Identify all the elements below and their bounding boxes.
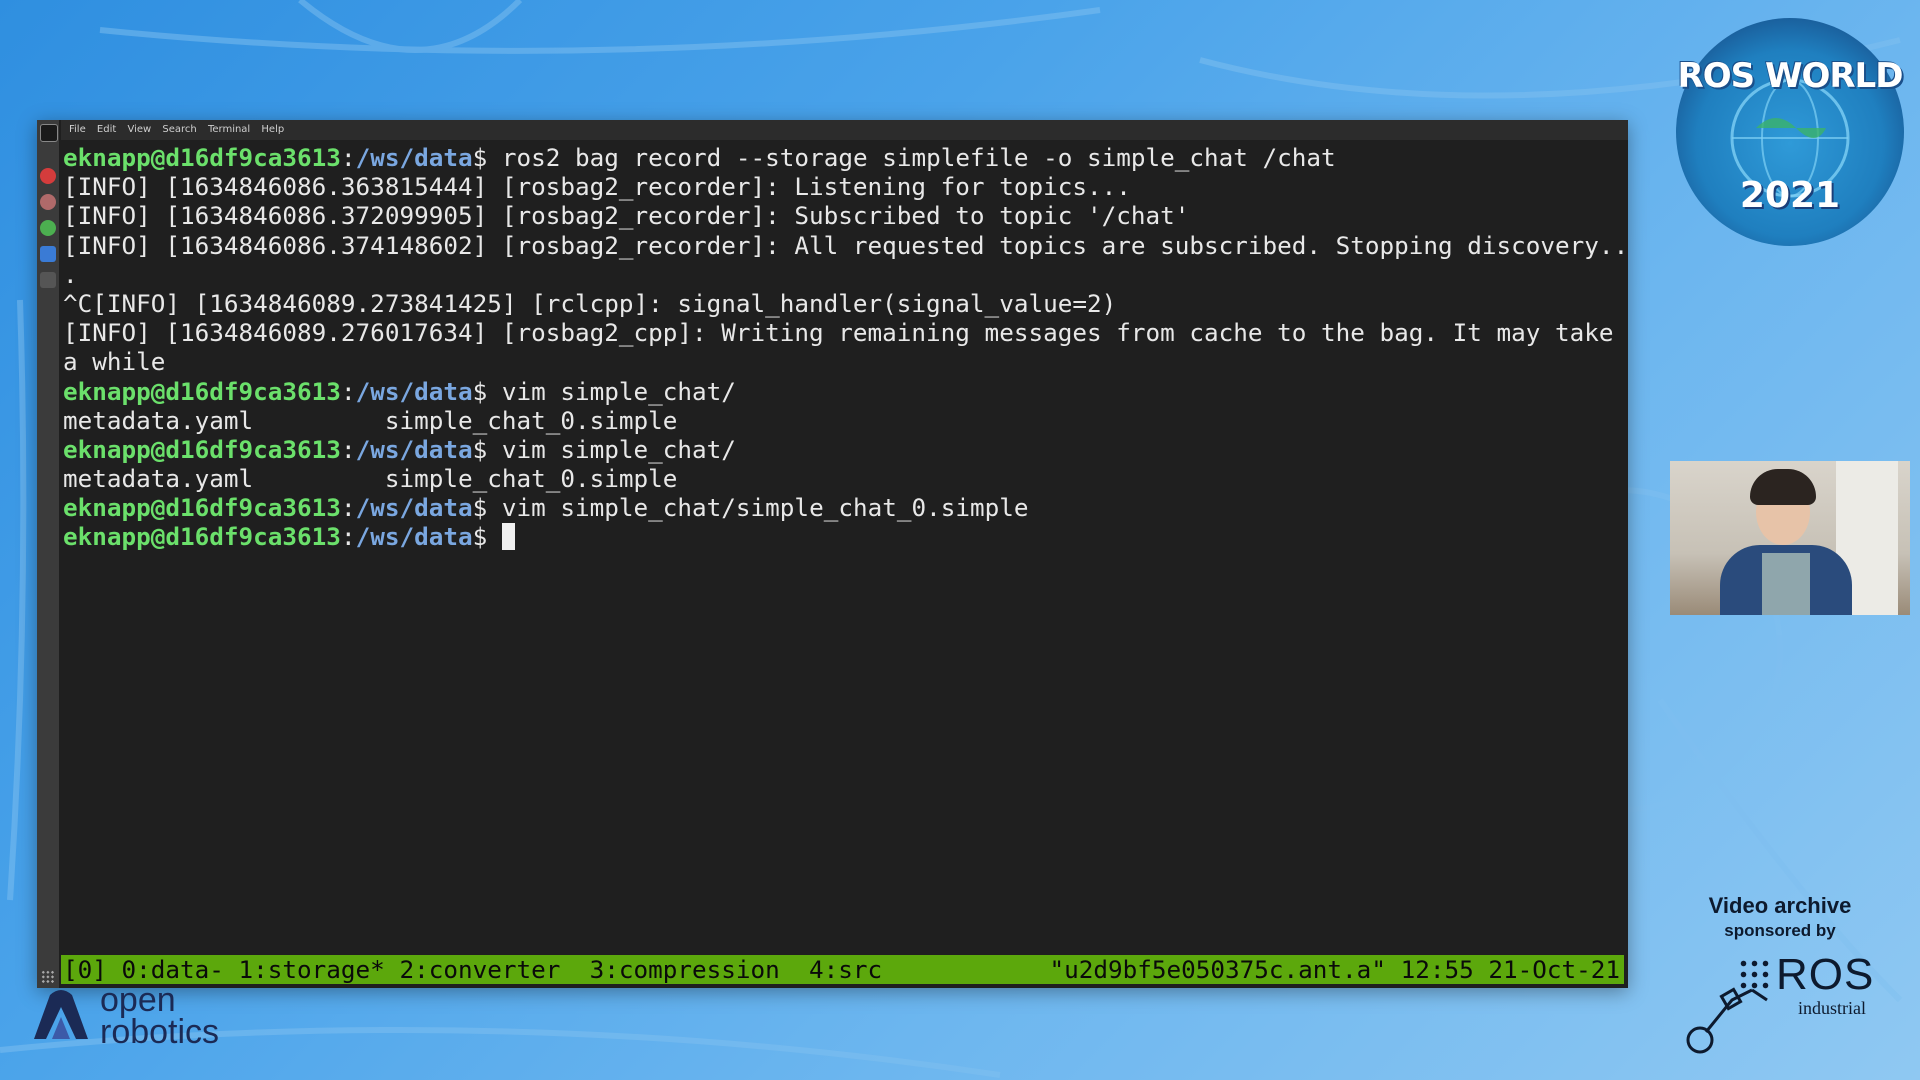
- prompt-symbol: $: [472, 376, 488, 406]
- terminal-line: [INFO] [1634846086.374148602] [rosbag2_r…: [63, 230, 1629, 260]
- ros-industrial-logo: ROS industrial: [1672, 950, 1892, 1060]
- prompt-sep: :: [340, 522, 356, 552]
- terminal-line: ^C[INFO] [1634846089.273841425] [rclcpp]…: [63, 288, 1117, 318]
- settings-app-icon[interactable]: [40, 194, 56, 210]
- prompt-sep: :: [340, 493, 356, 523]
- prompt-symbol: $: [472, 143, 488, 172]
- speaker-shirt: [1762, 553, 1810, 615]
- menu-search[interactable]: Search: [162, 124, 196, 135]
- prompt-path: /ws/data: [355, 376, 473, 406]
- red-app-icon[interactable]: [40, 168, 56, 184]
- rviz-app-icon[interactable]: [40, 272, 56, 288]
- speaker-hair: [1750, 469, 1816, 505]
- menu-edit[interactable]: Edit: [97, 124, 116, 135]
- green-app-icon[interactable]: [40, 220, 56, 236]
- terminal-window[interactable]: File Edit View Search Terminal Help ekna…: [37, 120, 1628, 988]
- prompt-sep: :: [340, 376, 356, 406]
- prompt-sep: :: [340, 143, 356, 172]
- ros-world-logo: ROS WORLD 2021: [1676, 18, 1904, 246]
- prompt-symbol: $: [472, 493, 488, 523]
- terminal-app-icon[interactable]: [40, 124, 58, 142]
- open-robotics-logo: open robotics: [30, 981, 250, 1055]
- sponsored-by-label: sponsored by: [1724, 921, 1836, 940]
- prompt-user: eknapp@d16df9ca3613: [63, 143, 341, 172]
- terminal-line: eknapp@d16df9ca3613:/ws/data$ vim simple…: [63, 435, 1628, 464]
- command: [487, 522, 502, 551]
- command: ros2 bag record --storage simplefile -o …: [487, 143, 1336, 172]
- logo-year: 2021: [1739, 175, 1841, 216]
- terminal-line: [INFO] [1634846086.372099905] [rosbag2_r…: [63, 201, 1190, 231]
- terminal-line: eknapp@d16df9ca3613:/ws/data$ ros2 bag r…: [63, 143, 1628, 172]
- show-apps-icon[interactable]: [41, 970, 55, 984]
- prompt-path: /ws/data: [355, 434, 473, 464]
- terminal-menubar: File Edit View Search Terminal Help: [61, 120, 1628, 140]
- open-robotics-text-robotics: robotics: [100, 1013, 220, 1051]
- tmux-window-list[interactable]: [0] 0:data- 1:storage* 2:converter 3:com…: [63, 955, 882, 984]
- video-archive-title: Video archive: [1708, 893, 1852, 918]
- open-robotics-mark-icon: [34, 990, 88, 1039]
- terminal-line: [INFO] [1634846086.363815444] [rosbag2_r…: [63, 172, 1131, 202]
- menu-help[interactable]: Help: [261, 124, 284, 135]
- industrial-wordmark: industrial: [1798, 998, 1866, 1018]
- terminal-line: .: [63, 259, 78, 289]
- command: vim simple_chat/simple_chat_0.simple: [487, 493, 1029, 523]
- prompt-path: /ws/data: [355, 522, 473, 552]
- terminal-screen[interactable]: eknapp@d16df9ca3613:/ws/data$ ros2 bag r…: [61, 140, 1628, 988]
- prompt-path: /ws/data: [355, 493, 473, 523]
- terminal-line: eknapp@d16df9ca3613:/ws/data$: [63, 522, 1628, 551]
- tmux-status-info: "u2d9bf5e050375c.ant.a" 12:55 21-Oct-21: [1049, 955, 1621, 984]
- command: vim simple_chat/: [487, 434, 736, 464]
- prompt-user: eknapp@d16df9ca3613: [63, 493, 341, 523]
- prompt-user: eknapp@d16df9ca3613: [63, 434, 341, 464]
- menu-file[interactable]: File: [69, 124, 86, 135]
- terminal-line: metadata.yaml simple_chat_0.simple: [63, 464, 678, 494]
- prompt-user: eknapp@d16df9ca3613: [63, 522, 341, 552]
- prompt-path: /ws/data: [355, 143, 473, 172]
- terminal-line: [INFO] [1634846089.276017634] [rosbag2_c…: [63, 318, 1614, 348]
- tmux-status-bar: [0] 0:data- 1:storage* 2:converter 3:com…: [61, 955, 1624, 984]
- terminal-line: eknapp@d16df9ca3613:/ws/data$ vim simple…: [63, 493, 1628, 522]
- menu-terminal[interactable]: Terminal: [208, 124, 250, 135]
- menu-view[interactable]: View: [127, 124, 151, 135]
- ros-wordmark: ROS: [1776, 950, 1875, 999]
- command: vim simple_chat/: [487, 376, 736, 406]
- terminal-line: metadata.yaml simple_chat_0.simple: [63, 405, 678, 435]
- webcam-feed: [1670, 461, 1910, 615]
- ros-dots-icon: [1738, 958, 1772, 992]
- app-dock: [37, 120, 59, 988]
- logo-title: ROS WORLD: [1677, 56, 1904, 96]
- prompt-user: eknapp@d16df9ca3613: [63, 376, 341, 406]
- terminal-line: eknapp@d16df9ca3613:/ws/data$ vim simple…: [63, 377, 1628, 406]
- prompt-symbol: $: [472, 434, 488, 464]
- prompt-symbol: $: [472, 522, 488, 552]
- prompt-sep: :: [340, 434, 356, 464]
- text-cursor: [501, 523, 515, 551]
- video-app-icon[interactable]: [40, 246, 56, 262]
- terminal-line: a while: [63, 347, 166, 377]
